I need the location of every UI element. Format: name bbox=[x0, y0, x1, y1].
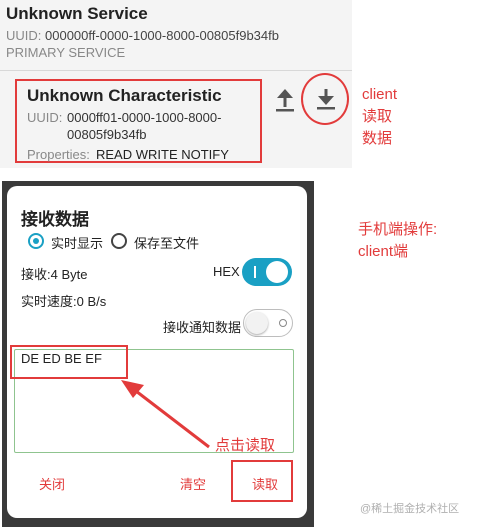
download-icon bbox=[317, 89, 335, 110]
characteristic-uuid-line2: 00805f9b34fb bbox=[67, 127, 147, 142]
realtime-display-label[interactable]: 实时显示 bbox=[51, 233, 103, 252]
write-button[interactable] bbox=[272, 86, 298, 114]
toggle-on-mark bbox=[254, 266, 256, 278]
characteristic-uuid-label: UUID: bbox=[27, 110, 63, 125]
hex-label: HEX bbox=[213, 264, 240, 279]
dialog-title: 接收数据 bbox=[21, 210, 89, 229]
annotation-phone-operation: 手机端操作: client端 bbox=[358, 219, 478, 263]
annotation-line: client端 bbox=[358, 243, 409, 260]
characteristic-title: Unknown Characteristic bbox=[27, 86, 222, 105]
realtime-display-radio[interactable] bbox=[28, 233, 44, 249]
annotation-click-read: 点击读取 bbox=[215, 437, 276, 454]
annotation-line: client bbox=[362, 86, 398, 103]
service-type: PRIMARY SERVICE bbox=[6, 45, 126, 60]
received-byte-count: 接收:4 Byte bbox=[21, 267, 88, 282]
hex-toggle[interactable] bbox=[242, 258, 292, 286]
annotation-client-read: client 读取 数据 bbox=[362, 84, 422, 150]
service-uuid-label: UUID: bbox=[6, 28, 42, 43]
divider bbox=[0, 70, 352, 71]
clear-button[interactable]: 清空 bbox=[180, 474, 206, 493]
close-button[interactable]: 关闭 bbox=[39, 474, 65, 493]
service-title: Unknown Service bbox=[6, 4, 148, 23]
characteristic-properties-label: Properties: bbox=[27, 147, 90, 162]
receive-notify-toggle[interactable] bbox=[243, 309, 293, 337]
annotation-line: 读取 bbox=[362, 108, 393, 125]
toggle-knob bbox=[266, 261, 288, 283]
service-uuid: UUID: 000000ff-0000-1000-8000-00805f9b34… bbox=[6, 28, 279, 43]
service-uuid-value: 000000ff-0000-1000-8000-00805f9b34fb bbox=[45, 28, 279, 43]
dialog-read-button[interactable]: 读取 bbox=[252, 474, 278, 493]
toggle-off-mark bbox=[279, 319, 287, 327]
save-to-file-radio[interactable] bbox=[111, 233, 127, 249]
annotation-line: 手机端操作: bbox=[358, 221, 438, 238]
toggle-knob bbox=[246, 312, 268, 334]
watermark: @稀土掘金技术社区 bbox=[360, 503, 460, 515]
annotation-line: 数据 bbox=[362, 130, 393, 147]
radio-selected-dot bbox=[33, 238, 39, 244]
characteristic-properties: READ WRITE NOTIFY bbox=[96, 147, 229, 162]
characteristic-uuid-line1: 0000ff01-0000-1000-8000- bbox=[67, 110, 222, 125]
receive-notify-label: 接收通知数据 bbox=[163, 320, 242, 335]
read-button[interactable] bbox=[301, 73, 349, 125]
received-data-text: DE ED BE EF bbox=[21, 351, 102, 366]
save-to-file-label[interactable]: 保存至文件 bbox=[134, 233, 199, 252]
upload-icon bbox=[276, 89, 294, 112]
realtime-speed: 实时速度:0 B/s bbox=[21, 294, 107, 309]
